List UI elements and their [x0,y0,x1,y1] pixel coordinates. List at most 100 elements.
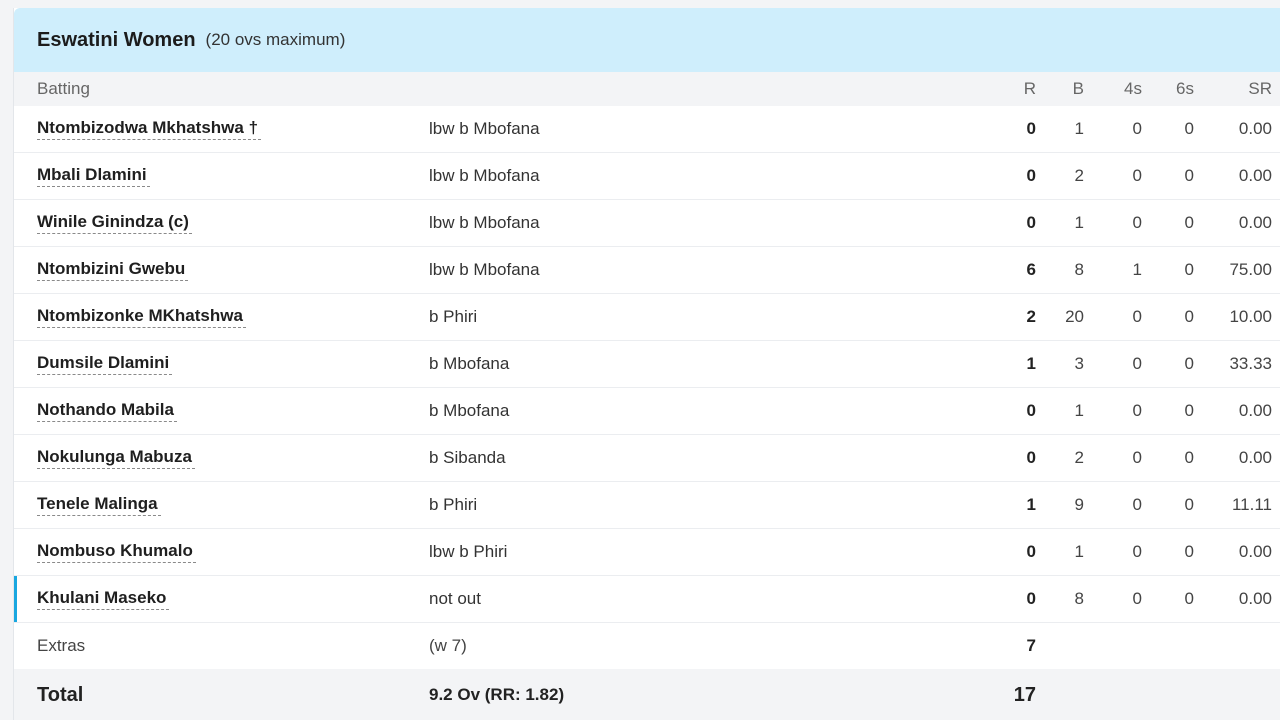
strike-rate-col-label: SR [1248,79,1272,98]
balls: 2 [1074,166,1084,185]
batter-name-cell: Ntombizodwa Mkhatshwa † [37,106,262,152]
balls-col-label: B [1072,79,1084,98]
sixes: 0 [1184,589,1194,608]
runs: 0 [1026,542,1036,561]
dismissal: not out [429,589,481,608]
runs-col-label: R [1023,79,1036,98]
dismissal: lbw b Mbofana [429,166,540,185]
strike-rate: 0.00 [1238,166,1272,185]
runs: 0 [1026,119,1036,138]
fours: 0 [1132,448,1142,467]
runs: 0 [1026,589,1036,608]
player-name-link[interactable]: Mbali Dlamini [37,165,150,187]
balls: 1 [1074,401,1084,420]
batter-row: Ntombizini Gwebu lbw b Mbofana 6 8 1 0 75.00 [14,247,1280,294]
extras-runs: 7 [1026,636,1036,655]
sixes: 0 [1184,354,1194,373]
sixes: 0 [1184,307,1194,326]
player-name-link[interactable]: Nothando Mabila [37,400,177,422]
scorecard-card: Eswatini Women (20 ovs maximum) Batting … [13,8,1280,720]
fours: 0 [1132,166,1142,185]
batter-row: Ntombizonke MKhatshwa b Phiri 2 20 0 0 10.00 [14,294,1280,341]
strike-rate: 0.00 [1238,589,1272,608]
sixes: 0 [1184,166,1194,185]
sixes-col-label: 6s [1176,79,1194,98]
player-name-link[interactable]: Ntombizodwa Mkhatshwa † [37,118,262,140]
batter-name-cell: Dumsile Dlamini [37,341,173,387]
batter-row: Dumsile Dlamini b Mbofana 1 3 0 0 33.33 [14,341,1280,388]
batter-row: Nothando Mabila b Mbofana 0 1 0 0 0.00 [14,388,1280,435]
sixes: 0 [1184,401,1194,420]
runs: 0 [1026,166,1036,185]
sixes: 0 [1184,448,1194,467]
strike-rate: 0.00 [1238,119,1272,138]
dismissal: lbw b Mbofana [429,213,540,232]
sixes: 0 [1184,542,1194,561]
player-name-link[interactable]: Ntombizini Gwebu [37,259,189,281]
overs-limit: (20 ovs maximum) [205,30,346,49]
dismissal: b Sibanda [429,448,506,467]
strike-rate: 11.11 [1231,495,1272,514]
dismissal: lbw b Mbofana [429,119,540,138]
player-name-link[interactable]: Dumsile Dlamini [37,353,173,375]
fours: 0 [1132,307,1142,326]
runs: 2 [1026,307,1036,326]
batter-name-cell: Ntombizonke MKhatshwa [37,294,246,340]
extras-label: Extras [37,636,86,655]
fours: 1 [1132,260,1142,279]
batter-name-cell: Khulani Maseko [37,576,170,622]
batter-name-cell: Nothando Mabila [37,388,177,434]
fours: 0 [1132,354,1142,373]
total-detail: 9.2 Ov (RR: 1.82) [429,685,565,704]
fours: 0 [1132,401,1142,420]
innings-header[interactable]: Eswatini Women (20 ovs maximum) [14,8,1280,72]
batter-row: Nokulunga Mabuza b Sibanda 0 2 0 0 0.00 [14,435,1280,482]
balls: 2 [1074,448,1084,467]
batter-row: Mbali Dlamini lbw b Mbofana 0 2 0 0 0.00 [14,153,1280,200]
player-name-link[interactable]: Nokulunga Mabuza [37,447,195,469]
batter-name-cell: Ntombizini Gwebu [37,247,189,293]
sixes: 0 [1184,213,1194,232]
balls: 9 [1074,495,1084,514]
player-name-link[interactable]: Khulani Maseko [37,588,170,610]
fours: 0 [1132,589,1142,608]
batter-row: Winile Ginindza (c) lbw b Mbofana 0 1 0 0 0.00 [14,200,1280,247]
total-row: Total 9.2 Ov (RR: 1.82) 17 [14,669,1280,720]
strike-rate: 0.00 [1238,401,1272,420]
strike-rate: 0.00 [1238,542,1272,561]
batter-name-cell: Tenele Malinga [37,482,161,528]
sixes: 0 [1184,495,1194,514]
runs: 0 [1026,213,1036,232]
player-name-link[interactable]: Nombuso Khumalo [37,541,196,563]
balls: 1 [1074,542,1084,561]
team-name: Eswatini Women [37,28,196,51]
balls: 1 [1074,213,1084,232]
runs: 1 [1026,354,1036,373]
strike-rate: 0.00 [1238,213,1272,232]
dismissal: b Mbofana [429,354,510,373]
fours: 0 [1132,213,1142,232]
player-name-link[interactable]: Ntombizonke MKhatshwa [37,306,246,328]
player-name-link[interactable]: Tenele Malinga [37,494,161,516]
fours-col-label: 4s [1124,79,1142,98]
strike-rate: 0.00 [1238,448,1272,467]
batter-name-cell: Winile Ginindza (c) [37,200,192,246]
extras-row: Extras (w 7) 7 [14,623,1280,669]
strike-rate: 10.00 [1229,307,1272,326]
fours: 0 [1132,542,1142,561]
balls: 1 [1074,119,1084,138]
runs: 0 [1026,448,1036,467]
balls: 20 [1065,307,1084,326]
dismissal: b Phiri [429,307,478,326]
balls: 8 [1074,589,1084,608]
dismissal: b Mbofana [429,401,510,420]
batting-column-header: Batting R B 4s 6s SR [14,72,1280,106]
extras-detail: (w 7) [429,636,467,655]
fours: 0 [1132,119,1142,138]
player-name-link[interactable]: Winile Ginindza (c) [37,212,192,234]
batter-row: Tenele Malinga b Phiri 1 9 0 0 11.11 [14,482,1280,529]
total-label: Total [37,683,84,706]
balls: 3 [1074,354,1084,373]
dismissal: lbw b Mbofana [429,260,540,279]
strike-rate: 75.00 [1229,260,1272,279]
